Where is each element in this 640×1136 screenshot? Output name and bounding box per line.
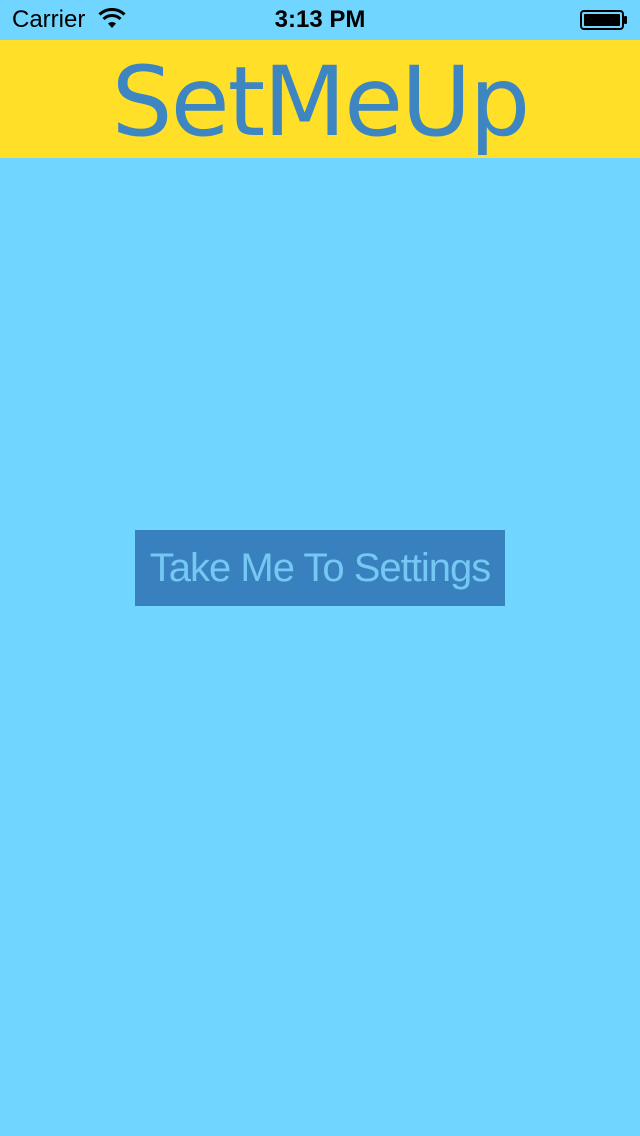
battery-icon — [580, 10, 627, 30]
status-bar: Carrier 3:13 PM — [0, 0, 640, 40]
app-header: SetMeUp — [0, 40, 640, 158]
status-time: 3:13 PM — [274, 6, 366, 33]
app-title: SetMeUp — [111, 46, 531, 158]
app-screen: Carrier 3:13 PM SetMeUp Take Me To Setti… — [0, 0, 640, 1136]
take-me-to-settings-button[interactable]: Take Me To Settings — [135, 530, 505, 606]
